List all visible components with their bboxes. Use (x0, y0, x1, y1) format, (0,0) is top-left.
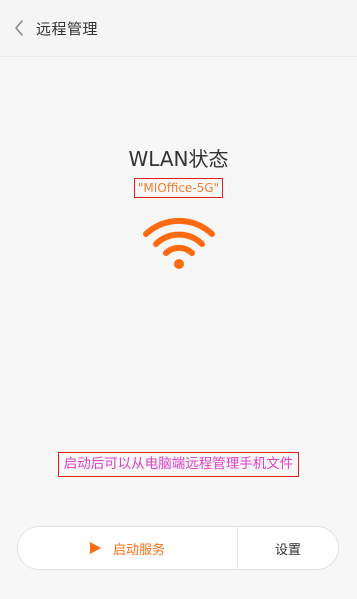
start-service-button[interactable]: 启动服务 (18, 527, 238, 569)
ssid-label: "MIOffice-5G" (133, 178, 224, 198)
settings-button[interactable]: 设置 (238, 527, 338, 569)
wifi-arc-inner (163, 244, 195, 256)
chevron-left-icon (15, 20, 23, 36)
header-bar: 远程管理 (0, 0, 357, 57)
wlan-status-title: WLAN状态 (128, 147, 229, 171)
hint-container: 启动后可以从电脑端远程管理手机文件 (0, 452, 357, 477)
start-service-label: 启动服务 (112, 542, 165, 558)
wifi-arc-middle (153, 231, 205, 247)
wifi-dot (174, 259, 184, 269)
action-bar: 启动服务 设置 (17, 526, 339, 570)
hint-text: 启动后可以从电脑端远程管理手机文件 (57, 452, 300, 477)
play-icon (89, 542, 101, 554)
ssid-container: "MIOffice-5G" (0, 177, 357, 198)
wifi-icon (143, 217, 215, 269)
page-title: 远程管理 (36, 19, 99, 38)
back-button[interactable] (0, 0, 38, 56)
